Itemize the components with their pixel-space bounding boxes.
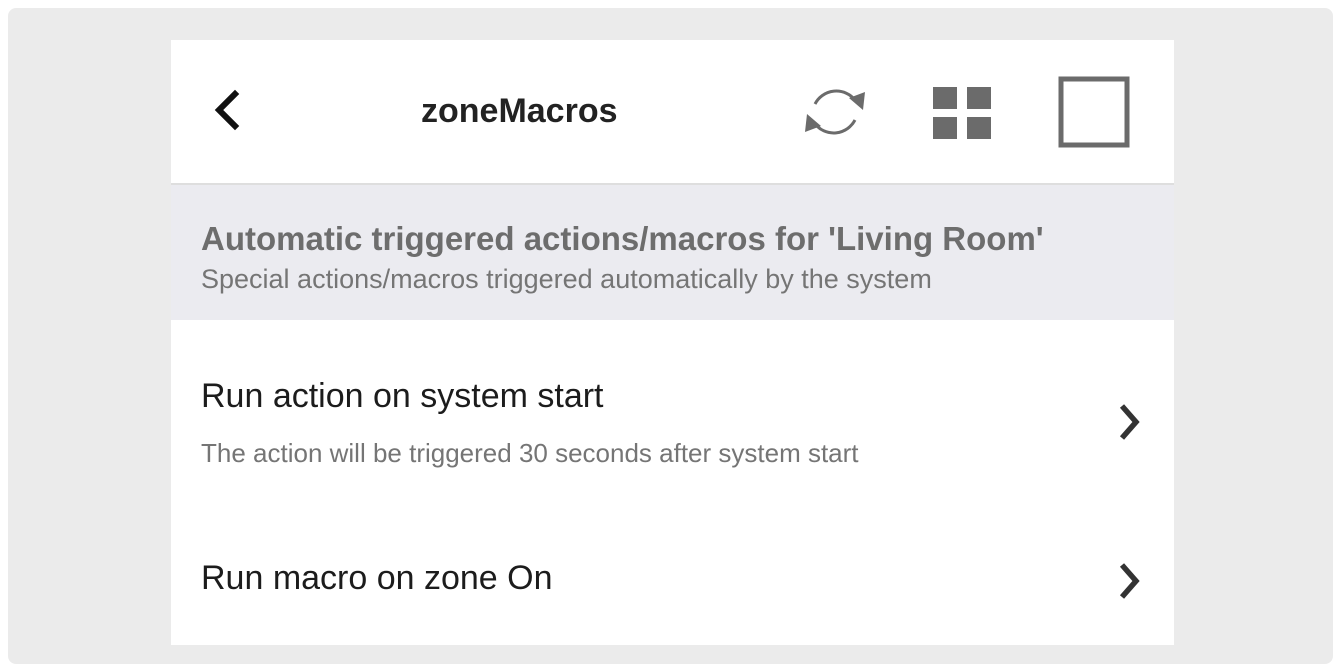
list-item-system-start[interactable]: Run action on system start The action wi… [171, 320, 1174, 487]
grid-icon [933, 87, 991, 139]
refresh-button[interactable] [795, 76, 875, 148]
chevron-left-icon [214, 89, 240, 131]
chevron-right-icon [1119, 563, 1140, 599]
section-title: Automatic triggered actions/macros for '… [201, 220, 1044, 257]
page-title: zoneMacros [421, 92, 618, 130]
back-button[interactable] [204, 80, 254, 140]
grid-view-button[interactable] [930, 80, 994, 144]
square-icon [1058, 76, 1130, 148]
main-panel: zoneMacros Automatic triggered actions/m… [171, 40, 1174, 645]
section-header: Automatic triggered actions/macros for '… [171, 185, 1174, 320]
list-item-title: Run action on system start [201, 377, 604, 415]
chevron-right-icon [1119, 404, 1140, 440]
fullscreen-button[interactable] [1056, 74, 1132, 150]
section-subtitle: Special actions/macros triggered automat… [201, 264, 932, 294]
top-bar: zoneMacros [171, 40, 1174, 185]
app-background: zoneMacros Automatic triggered actions/m… [8, 8, 1333, 664]
list-item-subtitle: The action will be triggered 30 seconds … [201, 438, 859, 468]
refresh-icon [805, 89, 865, 135]
list-item-title: Run macro on zone On [201, 559, 553, 597]
list-item-zone-on[interactable]: Run macro on zone On [171, 487, 1174, 645]
